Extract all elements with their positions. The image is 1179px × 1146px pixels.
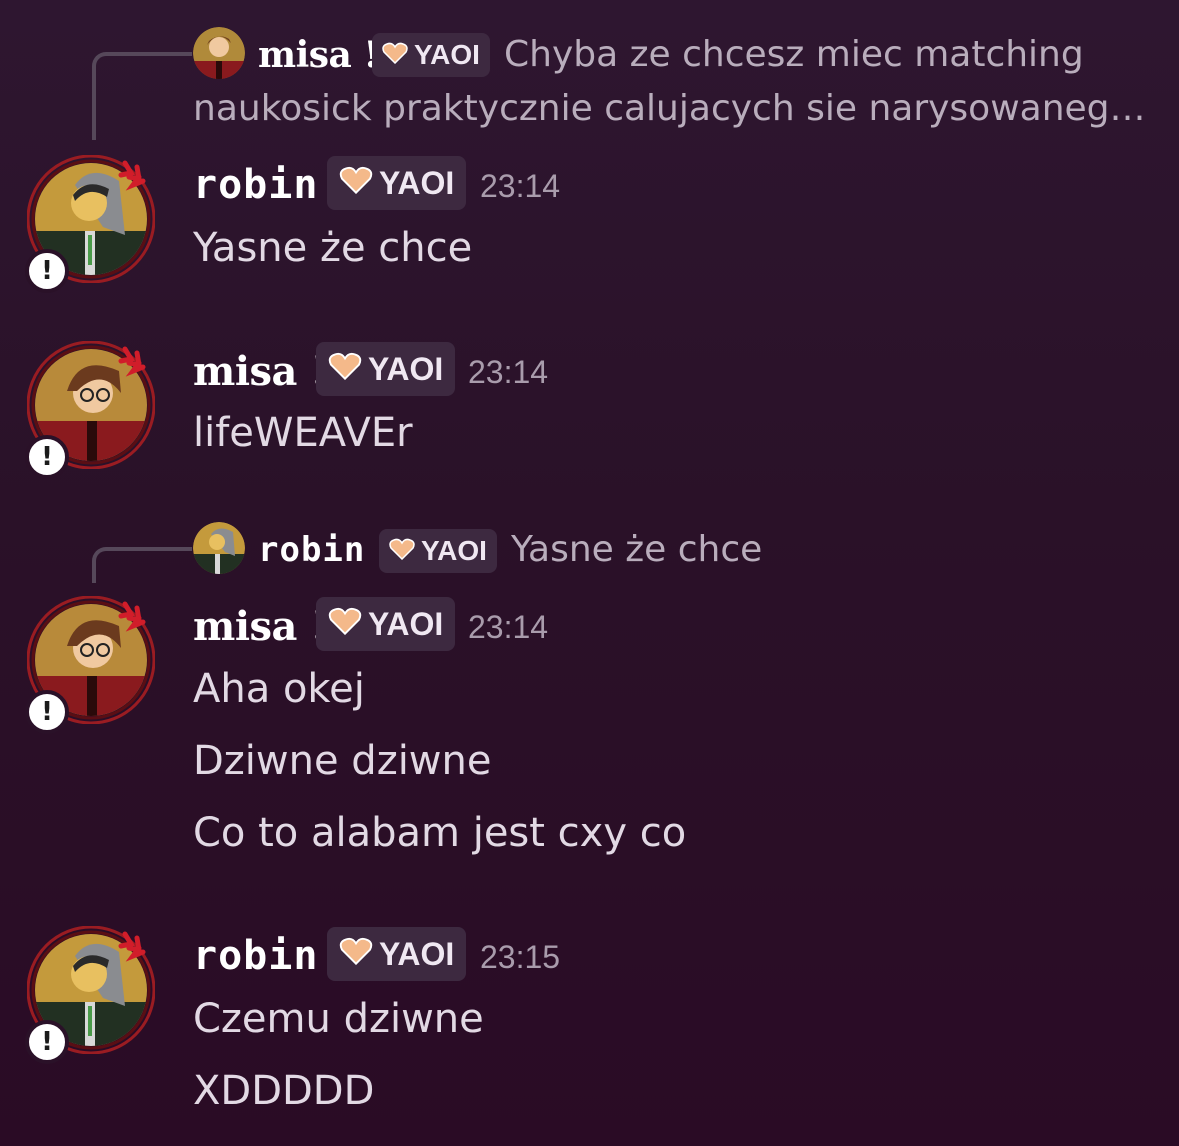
timestamp: 23:14 bbox=[468, 609, 549, 645]
author-name[interactable]: robin bbox=[193, 933, 318, 979]
avatar-robin[interactable]: ! bbox=[25, 155, 155, 293]
alert-status-icon: ! bbox=[25, 1020, 69, 1064]
avatar-robin[interactable]: ! bbox=[25, 926, 155, 1064]
heart-icon bbox=[339, 936, 373, 973]
author-name[interactable]: robin bbox=[193, 162, 318, 208]
misa-avatar-image bbox=[193, 27, 245, 79]
reply-avatar-robin[interactable] bbox=[193, 522, 245, 574]
tag-label: YAOI bbox=[414, 39, 480, 70]
timestamp: 23:14 bbox=[468, 354, 549, 390]
avatar-misa[interactable]: ! bbox=[25, 341, 155, 479]
alert-status-icon: ! bbox=[25, 249, 69, 293]
author-name[interactable]: misa ! bbox=[193, 603, 328, 650]
tag-label: YAOI bbox=[379, 935, 455, 972]
heart-icon bbox=[328, 351, 362, 388]
reply-avatar-misa[interactable] bbox=[193, 27, 245, 79]
message-text[interactable]: XDDDDD bbox=[193, 1068, 374, 1114]
message-text[interactable]: lifeWEAVEr bbox=[193, 410, 413, 456]
robin-avatar-image bbox=[193, 522, 245, 574]
role-tag: YAOI bbox=[316, 342, 456, 396]
reply-connector bbox=[92, 52, 192, 140]
heart-icon bbox=[328, 606, 362, 643]
reply-author[interactable]: robin bbox=[258, 530, 365, 570]
reply-tag: YAOI bbox=[372, 33, 490, 77]
timestamp: 23:15 bbox=[480, 939, 561, 975]
tag-label: YAOI bbox=[421, 535, 487, 566]
heart-icon bbox=[382, 39, 408, 71]
role-tag: YAOI bbox=[327, 927, 467, 981]
heart-icon bbox=[339, 165, 373, 202]
message-text[interactable]: Czemu dziwne bbox=[193, 996, 484, 1042]
timestamp: 23:14 bbox=[480, 168, 561, 204]
tag-label: YAOI bbox=[368, 350, 444, 387]
message-text[interactable]: Yasne że chce bbox=[193, 225, 472, 271]
tag-label: YAOI bbox=[368, 605, 444, 642]
role-tag: YAOI bbox=[327, 156, 467, 210]
tag-label: YAOI bbox=[379, 164, 455, 201]
reply-tag: YAOI bbox=[379, 529, 497, 573]
message-text[interactable]: Aha okej bbox=[193, 666, 365, 712]
heart-icon bbox=[389, 535, 415, 567]
message-text[interactable]: Dziwne dziwne bbox=[193, 738, 491, 784]
reply-text-line1[interactable]: Yasne że chce bbox=[511, 529, 762, 570]
reply-text-line2[interactable]: naukosick praktycznie calujacych sie nar… bbox=[193, 88, 1146, 129]
reply-author[interactable]: misa ! bbox=[258, 34, 379, 76]
avatar-misa[interactable]: ! bbox=[25, 596, 155, 734]
alert-status-icon: ! bbox=[25, 690, 69, 734]
alert-status-icon: ! bbox=[25, 435, 69, 479]
reply-connector bbox=[92, 547, 192, 583]
reply-text-line1[interactable]: Chyba ze chcesz miec matching bbox=[504, 34, 1084, 75]
message-text[interactable]: Co to alabam jest cxy co bbox=[193, 810, 686, 856]
author-name[interactable]: misa ! bbox=[193, 348, 328, 395]
role-tag: YAOI bbox=[316, 597, 456, 651]
